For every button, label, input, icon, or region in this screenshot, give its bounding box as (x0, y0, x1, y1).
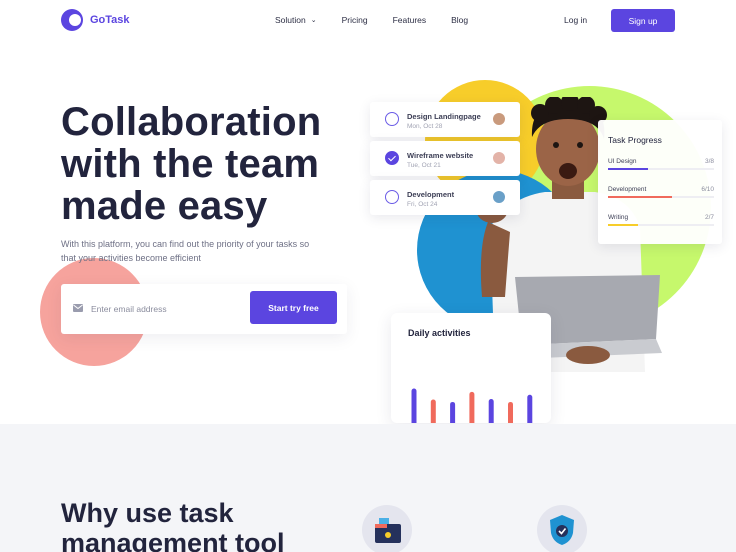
task-title: Wireframe website (407, 151, 474, 160)
email-input[interactable] (91, 301, 241, 317)
folder-icon (375, 518, 401, 543)
headline-line-2: with the team (61, 142, 320, 186)
shield-check-icon (550, 515, 574, 545)
task-date: Mon, Oct 28 (407, 123, 443, 130)
section-title-line-1: Why use task (61, 498, 234, 528)
avatar (493, 152, 505, 164)
task-date: Tue, Oct 21 (407, 162, 441, 169)
nav-blog-label: Blog (451, 15, 469, 25)
feature-icon-circle (362, 505, 412, 552)
hero-headline: Collaboration with the team made easy (61, 101, 351, 227)
progress-track (608, 224, 714, 226)
nav-pricing-label: Pricing (341, 15, 368, 25)
nav-links: Solution ⌄ Pricing Features Blog (275, 15, 493, 25)
task-progress-card: Task Progress UI Design 3/8 Development … (598, 120, 722, 244)
avatar (493, 191, 505, 203)
progress-fill (608, 196, 672, 198)
avatar (493, 113, 505, 125)
task-title: Design Landingpage (407, 112, 481, 121)
headline-line-1: Collaboration (61, 100, 322, 144)
progress-count: 3/8 (704, 158, 714, 165)
mail-icon (73, 304, 83, 312)
chevron-down-icon: ⌄ (310, 17, 317, 24)
nav-blog[interactable]: Blog (451, 15, 468, 25)
feature-icon-circle (537, 505, 587, 552)
task-date: Fri, Oct 24 (407, 201, 438, 208)
start-try-free-button[interactable]: Start try free (250, 291, 337, 324)
headline-line-3: made easy (61, 184, 268, 228)
email-signup-form: Start try free (61, 284, 347, 334)
task-checkbox-checked[interactable] (385, 151, 399, 165)
task-title: Development (407, 190, 455, 199)
nav-solution[interactable]: Solution ⌄ (275, 15, 317, 25)
section-title: Why use task management tool (61, 498, 285, 552)
progress-track (608, 168, 714, 170)
nav-solution-label: Solution (275, 15, 306, 25)
hero-subtext: With this platform, you can find out the… (61, 239, 310, 263)
progress-name: Development (608, 186, 647, 193)
features-section: Why use task management tool (0, 424, 736, 552)
task-progress-title: Task Progress (608, 135, 662, 145)
top-nav: GoTask Solution ⌄ Pricing Features Blog … (0, 0, 736, 42)
task-list-card: Design Landingpage Mon, Oct 28 Wireframe… (370, 102, 520, 219)
progress-count: 6/10 (701, 186, 714, 193)
logo-mark-icon (61, 9, 83, 31)
progress-fill (608, 224, 639, 226)
progress-track (608, 196, 714, 198)
progress-name: Writing (608, 214, 629, 221)
nav-features-label: Features (392, 15, 427, 25)
task-checkbox[interactable] (385, 112, 399, 126)
login-link[interactable]: Log in (564, 15, 587, 25)
nav-pricing[interactable]: Pricing (342, 15, 368, 25)
task-item[interactable]: Wireframe website Tue, Oct 21 (370, 141, 520, 176)
brand-name: GoTask (90, 14, 130, 26)
task-checkbox[interactable] (385, 190, 399, 204)
progress-fill (608, 168, 648, 170)
progress-name: UI Design (608, 158, 637, 165)
logo[interactable]: GoTask (61, 9, 130, 31)
signup-button[interactable]: Sign up (611, 9, 675, 32)
nav-features[interactable]: Features (393, 15, 427, 25)
hero-section: Collaboration with the team made easy Wi… (0, 42, 736, 424)
task-item[interactable]: Development Fri, Oct 24 (370, 180, 520, 215)
progress-count: 2/7 (704, 214, 714, 221)
task-item[interactable]: Design Landingpage Mon, Oct 28 (370, 102, 520, 137)
daily-activities-card: MonTueWedThuFriSatSun Daily activities (391, 313, 551, 423)
daily-activities-title: Daily activities (408, 328, 471, 338)
section-title-line-2: management tool (61, 528, 285, 552)
